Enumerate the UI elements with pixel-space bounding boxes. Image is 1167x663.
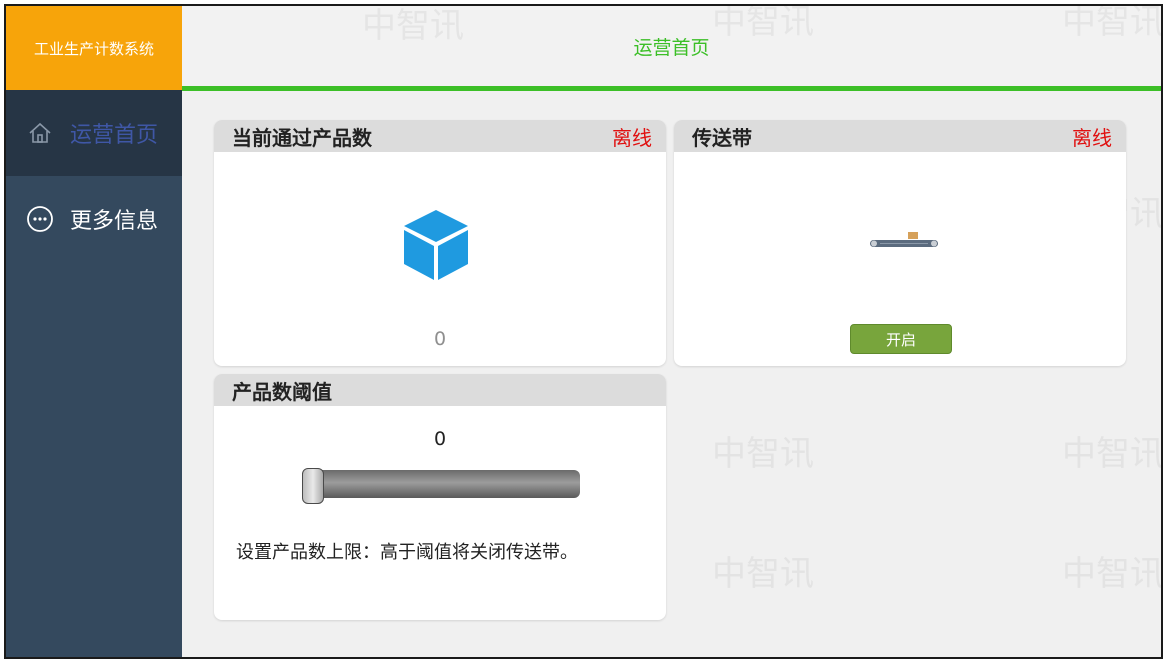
card-title: 传送带 xyxy=(692,125,752,150)
sidebar: 工业生产计数系统 运营首页 更多信息 xyxy=(6,6,182,657)
card-header: 产品数阈值 xyxy=(214,374,666,406)
watermark: 中智讯 xyxy=(712,554,814,594)
main-area: 运营首页 中智讯 中智讯 中智讯 中智讯 中智讯 中智讯 中智讯 中智讯 中智讯… xyxy=(182,6,1161,657)
watermark: 中智讯 xyxy=(1062,554,1163,594)
product-count-card: 当前通过产品数 离线 0 xyxy=(214,120,666,366)
conveyor-icon xyxy=(864,230,944,258)
home-icon xyxy=(24,117,56,149)
status-badge: 离线 xyxy=(1072,125,1112,150)
card-header: 传送带 离线 xyxy=(674,120,1126,152)
sidebar-item-more-info[interactable]: 更多信息 xyxy=(6,176,182,262)
threshold-card: 产品数阈值 0 设置产品数上限：高于阈值将关闭传送带。 xyxy=(214,374,666,620)
sidebar-item-home[interactable]: 运营首页 xyxy=(6,90,182,176)
conveyor-start-button[interactable]: 开启 xyxy=(850,324,952,354)
cube-icon xyxy=(400,206,472,288)
sidebar-item-label: 更多信息 xyxy=(70,209,159,234)
watermark: 中智讯 xyxy=(712,434,814,474)
card-title: 产品数阈值 xyxy=(232,379,332,404)
threshold-value: 0 xyxy=(433,428,447,450)
slider-thumb[interactable] xyxy=(302,468,324,504)
card-title: 当前通过产品数 xyxy=(232,125,372,150)
more-circle-icon xyxy=(24,203,56,235)
app-title: 工业生产计数系统 xyxy=(6,6,182,90)
sidebar-item-label: 运营首页 xyxy=(70,123,159,148)
product-count-value: 0 xyxy=(433,328,447,350)
watermark: 中智讯 xyxy=(1062,434,1163,474)
app-window: 工业生产计数系统 运营首页 更多信息 运营首页 中智讯 中智讯 中智讯 中智讯 … xyxy=(4,4,1163,659)
page-title: 运营首页 xyxy=(182,6,1161,91)
status-badge: 离线 xyxy=(612,125,652,150)
card-header: 当前通过产品数 离线 xyxy=(214,120,666,152)
conveyor-card: 传送带 离线 开启 xyxy=(674,120,1126,366)
threshold-slider[interactable] xyxy=(302,468,580,504)
threshold-hint: 设置产品数上限：高于阈值将关闭传送带。 xyxy=(236,542,578,563)
